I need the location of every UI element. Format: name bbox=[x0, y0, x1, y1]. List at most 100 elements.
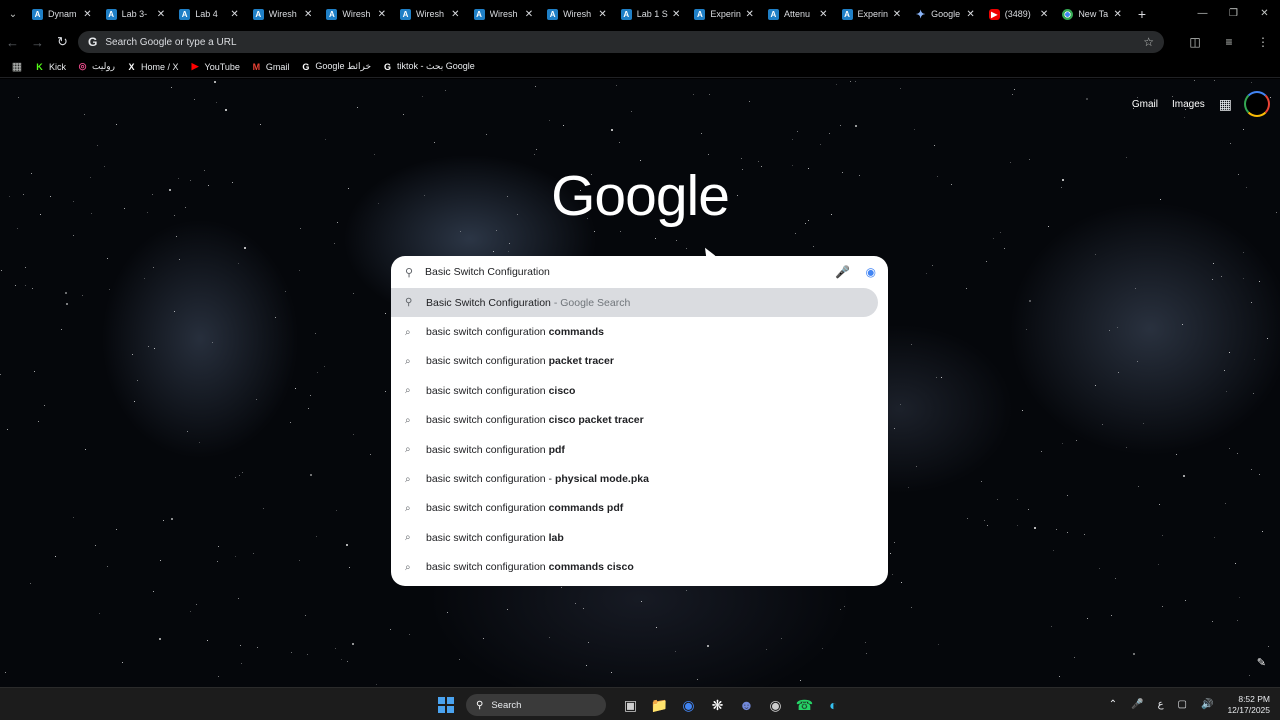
suggestion-item[interactable]: ⌕ basic switch configuration commands bbox=[391, 317, 888, 346]
bookmark-star-icon[interactable]: ☆ bbox=[1143, 35, 1154, 49]
discord-icon[interactable]: ☻ bbox=[732, 693, 761, 717]
window-controls: — ❐ ✕ bbox=[1187, 0, 1280, 28]
tab[interactable]: A Lab 3- ✕ bbox=[100, 0, 174, 28]
suggestion-item[interactable]: ⌕ basic switch configuration packet trace… bbox=[391, 347, 888, 376]
tab-close-icon[interactable]: ✕ bbox=[83, 9, 91, 20]
extensions-icon[interactable]: ◫ bbox=[1178, 35, 1212, 49]
media-controls-icon[interactable]: ≡ bbox=[1212, 35, 1246, 49]
tab[interactable]: New Ta ✕ bbox=[1056, 0, 1130, 28]
tab-close-icon[interactable]: ✕ bbox=[893, 9, 901, 20]
bookmark-label: Google خرائط bbox=[315, 61, 372, 71]
suggestion-text: basic switch configuration cisco bbox=[426, 384, 576, 397]
bookmark-item[interactable]: Gtiktok - بحث Google bbox=[382, 61, 475, 72]
bookmark-label: Home / X bbox=[141, 61, 179, 72]
tab[interactable]: ▶ (3489) ✕ bbox=[983, 0, 1057, 28]
bookmark-item[interactable]: K Kick bbox=[34, 61, 66, 72]
tab[interactable]: A Lab 4 ✕ bbox=[173, 0, 247, 28]
apps-grid-icon[interactable]: ▦ bbox=[0, 60, 34, 73]
tab-close-icon[interactable]: ✕ bbox=[1040, 9, 1048, 20]
account-avatar[interactable] bbox=[1244, 91, 1270, 117]
chrome-icon[interactable]: ◉ bbox=[674, 693, 703, 717]
tab[interactable]: A Experin ✕ bbox=[688, 0, 762, 28]
network-icon[interactable]: ▢ bbox=[1178, 699, 1187, 710]
suggestion-item[interactable]: ⚲ Basic Switch Configuration - Google Se… bbox=[391, 288, 878, 318]
file-explorer-icon[interactable]: 📁 bbox=[645, 693, 674, 717]
bookmark-item[interactable]: M Gmail bbox=[251, 61, 290, 72]
tab-title: Google bbox=[931, 9, 961, 19]
course-site-favicon-icon: A bbox=[547, 8, 559, 20]
language-indicator[interactable]: ع bbox=[1158, 699, 1164, 710]
google-lens-icon[interactable]: ◉ bbox=[866, 265, 876, 279]
course-site-favicon-icon: A bbox=[105, 8, 117, 20]
omnibox[interactable]: G Search Google or type a URL ☆ bbox=[78, 31, 1164, 53]
google-logo: Google bbox=[551, 164, 730, 228]
customize-pencil-icon[interactable]: ✎ bbox=[1257, 656, 1266, 669]
whatsapp-icon[interactable]: ☎ bbox=[790, 693, 819, 717]
bookmark-item[interactable]: ▶ YouTube bbox=[190, 61, 240, 72]
new-tab-page: Gmail Images ▦ Google ⚲ Basic Switch Con… bbox=[0, 79, 1280, 687]
task-view-icon[interactable]: ▣ bbox=[616, 693, 645, 717]
suggestion-text: Basic Switch Configuration - Google Sear… bbox=[426, 296, 631, 309]
suggestion-text: basic switch configuration - physical mo… bbox=[426, 473, 649, 486]
tab[interactable]: A Experin ✕ bbox=[836, 0, 910, 28]
tab-close-icon[interactable]: ✕ bbox=[598, 9, 606, 20]
close-window-icon[interactable]: ✕ bbox=[1249, 0, 1280, 28]
suggestion-item[interactable]: ⌕ basic switch configuration pdf bbox=[391, 435, 888, 464]
images-link[interactable]: Images bbox=[1172, 99, 1205, 110]
suggestion-item[interactable]: ⌕ basic switch configuration cisco bbox=[391, 376, 888, 405]
tab[interactable]: A Wiresh ✕ bbox=[247, 0, 321, 28]
tab[interactable]: A Attenu ✕ bbox=[762, 0, 836, 28]
maximize-icon[interactable]: ❐ bbox=[1218, 0, 1249, 28]
suggestion-item[interactable]: ⌕ basic switch configuration lab bbox=[391, 523, 888, 552]
app-circle-icon[interactable]: ◉ bbox=[761, 693, 790, 717]
taskbar-search[interactable]: ⚲ Search bbox=[466, 694, 606, 716]
tab-close-icon[interactable]: ✕ bbox=[451, 9, 459, 20]
tab[interactable]: A Lab 1 S ✕ bbox=[615, 0, 689, 28]
forward-icon[interactable]: → bbox=[25, 35, 50, 50]
gmail-link[interactable]: Gmail bbox=[1132, 99, 1158, 110]
tab-search-chevron-icon[interactable]: ⌄ bbox=[0, 0, 26, 28]
tab-close-icon[interactable]: ✕ bbox=[819, 9, 827, 20]
edge-icon[interactable]: ◐ bbox=[819, 693, 848, 717]
bookmark-item[interactable]: X Home / X bbox=[126, 61, 179, 72]
search-icon: ⌕ bbox=[405, 532, 411, 544]
tab-close-icon[interactable]: ✕ bbox=[378, 9, 386, 20]
tab[interactable]: ✦ Google ✕ bbox=[909, 0, 983, 28]
tab[interactable]: A Wiresh ✕ bbox=[468, 0, 542, 28]
back-icon[interactable]: ← bbox=[0, 35, 25, 50]
tab[interactable]: A Wiresh ✕ bbox=[320, 0, 394, 28]
new-tab-button[interactable]: + bbox=[1132, 6, 1152, 22]
tab-close-icon[interactable]: ✕ bbox=[230, 9, 238, 20]
google-apps-icon[interactable]: ▦ bbox=[1219, 96, 1232, 113]
suggestion-item[interactable]: ⌕ basic switch configuration cisco packet… bbox=[391, 406, 888, 435]
tab-close-icon[interactable]: ✕ bbox=[1114, 9, 1122, 20]
clock[interactable]: 8:52 PM 12/17/2025 bbox=[1227, 694, 1270, 716]
tab-close-icon[interactable]: ✕ bbox=[966, 9, 974, 20]
clock-time: 8:52 PM bbox=[1238, 693, 1270, 704]
minimize-icon[interactable]: — bbox=[1187, 0, 1218, 28]
tab[interactable]: A Wiresh ✕ bbox=[541, 0, 615, 28]
suggestion-item[interactable]: ⌕ basic switch configuration commands pdf bbox=[391, 494, 888, 523]
suggestion-item[interactable]: ⌕ basic switch configuration commands cis… bbox=[391, 553, 888, 582]
search-input[interactable]: ⚲ Basic Switch Configuration 🎤 ◉ bbox=[391, 256, 888, 288]
tab-title: Lab 1 S bbox=[636, 9, 668, 19]
start-windows-icon[interactable] bbox=[438, 697, 454, 713]
volume-icon[interactable]: 🔊 bbox=[1201, 699, 1213, 710]
tab-close-icon[interactable]: ✕ bbox=[157, 9, 165, 20]
microphone-icon[interactable]: 🎤 bbox=[1131, 699, 1143, 710]
bookmark-item[interactable]: G Google خرائط bbox=[300, 61, 371, 72]
tab[interactable]: A Wiresh ✕ bbox=[394, 0, 468, 28]
bookmark-item[interactable]: ◎ روليت bbox=[77, 61, 115, 72]
tab[interactable]: A Dynam ✕ bbox=[26, 0, 100, 28]
app-loader-icon[interactable]: ❋ bbox=[703, 693, 732, 717]
chevron-up-icon[interactable]: ⌃ bbox=[1109, 699, 1117, 710]
reload-icon[interactable]: ↻ bbox=[50, 34, 75, 50]
tab-close-icon[interactable]: ✕ bbox=[525, 9, 533, 20]
voice-search-icon[interactable]: 🎤 bbox=[835, 265, 850, 279]
x-icon: X bbox=[128, 61, 135, 72]
tab-close-icon[interactable]: ✕ bbox=[304, 9, 312, 20]
suggestion-item[interactable]: ⌕ basic switch configuration - physical m… bbox=[391, 464, 888, 493]
tab-close-icon[interactable]: ✕ bbox=[746, 9, 754, 20]
more-menu-icon[interactable]: ⋮ bbox=[1246, 35, 1280, 49]
tab-close-icon[interactable]: ✕ bbox=[672, 9, 680, 20]
